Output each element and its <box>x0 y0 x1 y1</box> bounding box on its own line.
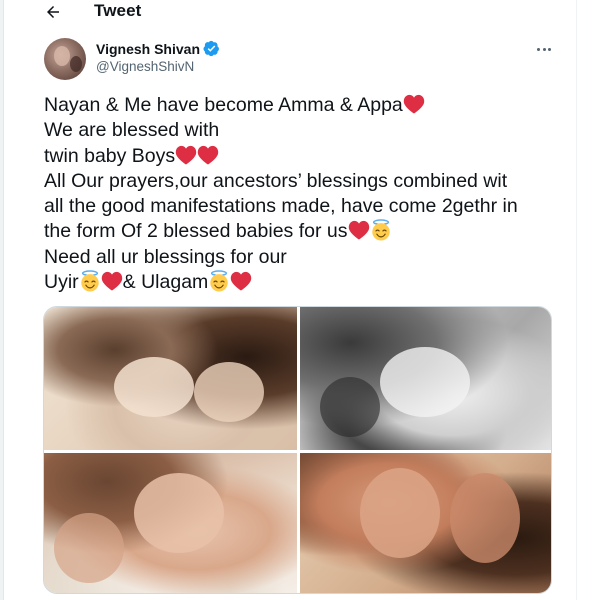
red-heart-icon <box>197 145 219 165</box>
tweet-line-text: & Ulagam <box>122 271 209 294</box>
tweet-line: Nayan & Me have become Amma & Appa <box>44 93 564 118</box>
tweet-line-text: twin baby Boys <box>44 144 176 167</box>
arrow-left-icon <box>47 6 59 18</box>
baby-feet-shape <box>194 362 264 422</box>
tweet-line-text: all the good manifestations made, have c… <box>44 195 518 218</box>
tweet-line: the form Of 2 blessed babies for us <box>44 219 564 244</box>
tweet-line: We are blessed with <box>44 118 564 143</box>
author-handle[interactable]: @VigneshShivN <box>96 59 194 74</box>
tweet-line-text: Uyir <box>44 271 79 294</box>
tweet-line: All Our prayers,our ancestors’ blessings… <box>44 169 564 194</box>
tweet-line: all the good manifestations made, have c… <box>44 194 564 219</box>
more-dot <box>537 47 540 51</box>
author-name-row: Vignesh Shivan <box>96 40 220 57</box>
hand-shape <box>54 513 124 583</box>
baby-feet-shape <box>360 468 440 558</box>
back-button[interactable] <box>42 1 64 23</box>
baby-feet-shape <box>134 473 224 553</box>
tweet-line: Uyir & Ulagam <box>44 270 564 295</box>
avatar[interactable] <box>44 38 86 80</box>
tweet-text: Nayan & Me have become Amma & Appa We ar… <box>44 93 564 295</box>
tweet-line: twin baby Boys <box>44 144 564 169</box>
red-heart-icon <box>348 221 369 241</box>
tweet-line-text: All Our prayers,our ancestors’ blessings… <box>44 169 508 192</box>
tweet-photo-3[interactable] <box>44 453 297 593</box>
red-heart-icon <box>403 94 424 114</box>
tweet-line-text: Need all ur blessings for our <box>44 245 287 268</box>
red-heart-icon <box>101 271 122 291</box>
more-dot <box>548 47 551 51</box>
baby-feet-shape <box>114 357 194 417</box>
tweet-line-text: We are blessed with <box>44 119 220 142</box>
tweet-line: Need all ur blessings for our <box>44 245 564 270</box>
verified-badge-icon <box>203 40 219 57</box>
author-display-name[interactable]: Vignesh Shivan <box>96 41 200 57</box>
page-title: Tweet <box>94 1 142 20</box>
tweet-photo-4[interactable] <box>300 453 551 593</box>
smiling-face-with-halo-icon <box>80 270 99 292</box>
hand-shape <box>320 377 380 437</box>
baby-feet-shape <box>450 473 520 563</box>
top-header: Tweet <box>4 0 576 25</box>
tweet-photo-2[interactable] <box>300 307 551 450</box>
tweet-media-grid <box>43 306 552 594</box>
page-scrollbar-gutter[interactable] <box>578 0 600 600</box>
tweet-page: Tweet Vignesh Shivan @VigneshShivN Nayan… <box>0 0 578 600</box>
left-divider <box>3 0 4 600</box>
more-options-button[interactable] <box>533 42 555 56</box>
smiling-face-with-halo-icon <box>210 270 229 292</box>
tweet-photo-1[interactable] <box>44 307 297 450</box>
baby-feet-shape <box>380 347 470 417</box>
red-heart-icon <box>231 271 252 291</box>
smiling-face-with-halo-icon <box>371 219 390 242</box>
red-heart-icon <box>175 145 197 165</box>
tweet-line-text: the form Of 2 blessed babies for us <box>44 220 348 243</box>
tweet-line-text: Nayan & Me have become Amma & Appa <box>44 94 403 116</box>
right-divider <box>576 0 577 600</box>
more-dot <box>542 47 546 51</box>
